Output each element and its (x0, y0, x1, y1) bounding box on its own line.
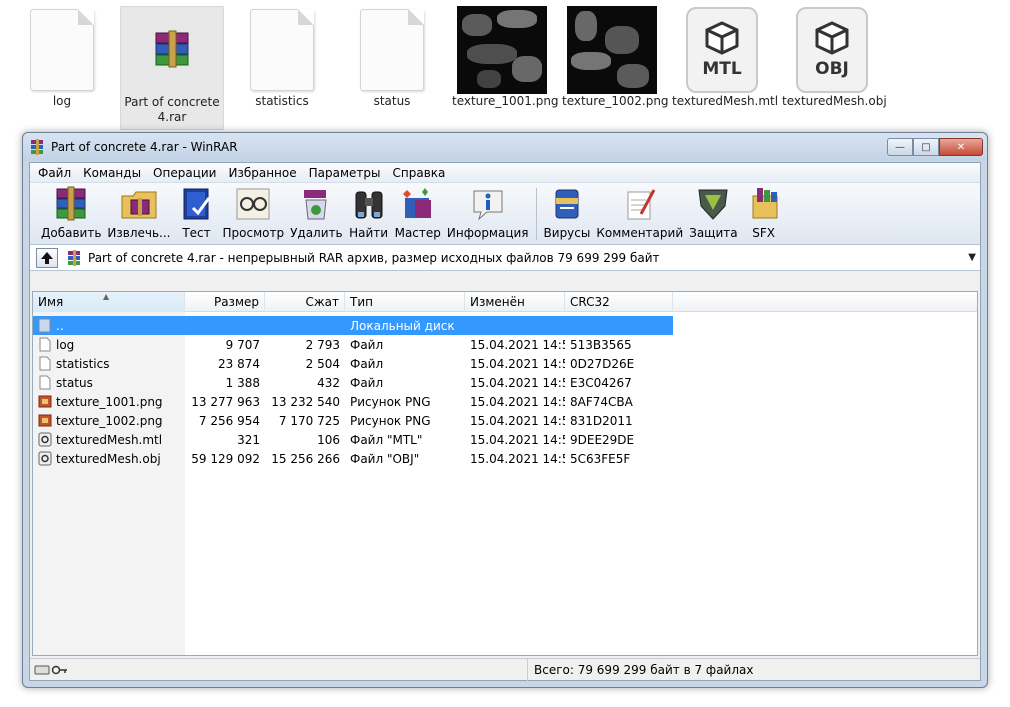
menu-options[interactable]: Параметры (303, 163, 387, 183)
sort-ascending-icon: ▲ (103, 292, 110, 301)
desktop-icon-rar[interactable]: Part of concrete 4.rar (120, 6, 224, 130)
blank-document-icon (360, 9, 424, 91)
parent-folder-icon (38, 318, 51, 333)
find-binoculars-icon (355, 191, 383, 219)
minimize-icon: — (895, 141, 905, 153)
desktop-icon-mtl[interactable]: MTL texturedMesh.mtl (670, 6, 778, 109)
3d-file-icon (38, 451, 52, 466)
texture-thumbnail-icon (457, 6, 547, 94)
file-icon (39, 375, 51, 390)
delete-recycle-icon (304, 190, 327, 220)
desktop-icon-statistics[interactable]: statistics (230, 6, 334, 109)
arrow-up-icon (41, 251, 53, 264)
comment-button[interactable]: Комментарий (593, 185, 686, 241)
blank-document-icon (250, 9, 314, 91)
column-header-crc[interactable]: CRC32 (565, 292, 673, 312)
maximize-icon: □ (921, 141, 931, 153)
drive-key-icon (34, 665, 67, 674)
parent-folder-row[interactable]: .. Локальный диск (33, 316, 673, 335)
menu-bar: Файл Команды Операции Избранное Параметр… (30, 163, 980, 183)
title-bar[interactable]: Part of concrete 4.rar - WinRAR — □ ✕ (23, 133, 987, 161)
desktop-icon-obj[interactable]: OBJ texturedMesh.obj (780, 6, 887, 109)
close-button[interactable]: ✕ (939, 138, 983, 156)
table-row[interactable]: texture_1002.png 7 256 954 7 170 725 Рис… (33, 411, 977, 430)
wizard-icon (402, 188, 431, 218)
column-header-packed[interactable]: Сжат (265, 292, 345, 312)
winrar-window: Part of concrete 4.rar - WinRAR — □ ✕ Фа… (22, 132, 988, 688)
status-total: Всего: 79 699 299 байт в 7 файлах (534, 662, 754, 677)
virus-scan-button[interactable]: Вирусы (541, 185, 594, 241)
table-row[interactable]: texture_1001.png 13 277 963 13 232 540 Р… (33, 392, 977, 411)
3d-file-obj-icon: OBJ (796, 7, 868, 93)
table-row[interactable]: texturedMesh.obj 59 129 092 15 256 266 Ф… (33, 449, 977, 468)
up-folder-button[interactable] (36, 247, 58, 268)
3d-file-icon (38, 432, 52, 447)
png-image-icon (38, 414, 52, 427)
3d-file-mtl-icon: MTL (686, 7, 758, 93)
cube-icon (705, 21, 739, 55)
comment-icon (627, 189, 656, 220)
file-icon (39, 337, 51, 352)
info-button[interactable]: Информация (444, 185, 532, 241)
desktop-icon-texture-1002[interactable]: texture_1002.png (560, 6, 669, 109)
menu-commands[interactable]: Команды (77, 163, 147, 183)
add-archive-icon (56, 186, 86, 221)
desktop-icon-status[interactable]: status (340, 6, 444, 109)
protect-button[interactable]: Защита (686, 185, 741, 241)
wizard-button[interactable]: Мастер (392, 185, 444, 241)
virus-scan-icon (555, 189, 579, 219)
file-icon (39, 356, 51, 371)
menu-file[interactable]: Файл (32, 163, 77, 183)
status-bar: Всего: 79 699 299 байт в 7 файлах (30, 658, 980, 681)
chevron-down-icon[interactable]: ▼ (968, 252, 976, 263)
address-bar: Part of concrete 4.rar - непрерывный RAR… (30, 245, 980, 271)
shield-icon (698, 189, 728, 220)
file-list: ▲ Имя Размер Сжат Тип Изменён CRC32 .. Ло… (32, 291, 978, 656)
test-button[interactable]: Тест (174, 185, 220, 241)
add-button[interactable]: Добавить (38, 185, 104, 241)
cube-icon (815, 21, 849, 55)
menu-help[interactable]: Справка (387, 163, 452, 183)
png-image-icon (38, 395, 52, 408)
desktop-icon-texture-1001[interactable]: texture_1001.png (450, 6, 559, 109)
winrar-archive-icon (155, 30, 189, 68)
table-row[interactable]: log 9 707 2 793 Файл 15.04.2021 14:59 51… (33, 335, 977, 354)
column-header-modified[interactable]: Изменён (465, 292, 565, 312)
toolbar-separator (535, 188, 537, 240)
column-header-type[interactable]: Тип (345, 292, 465, 312)
winrar-app-icon (31, 139, 43, 155)
file-list-header: ▲ Имя Размер Сжат Тип Изменён CRC32 (33, 292, 977, 312)
test-book-icon (183, 188, 210, 220)
desktop: log Part of concrete 4.rar statistics st… (0, 0, 1010, 135)
window-title: Part of concrete 4.rar - WinRAR (51, 140, 238, 154)
window-content: Файл Команды Операции Избранное Параметр… (29, 162, 981, 681)
find-button[interactable]: Найти (346, 185, 392, 241)
delete-button[interactable]: Удалить (287, 185, 346, 241)
minimize-button[interactable]: — (887, 138, 913, 156)
table-row[interactable]: status 1 388 432 Файл 15.04.2021 14:59 E… (33, 373, 977, 392)
table-row[interactable]: statistics 23 874 2 504 Файл 15.04.2021 … (33, 354, 977, 373)
maximize-button[interactable]: □ (913, 138, 939, 156)
info-icon (473, 190, 503, 221)
desktop-icon-log[interactable]: log (10, 6, 114, 109)
blank-document-icon (30, 9, 94, 91)
extract-button[interactable]: Извлечь... (104, 185, 173, 241)
texture-thumbnail-icon (567, 6, 657, 94)
menu-operations[interactable]: Операции (147, 163, 222, 183)
rar-file-icon (68, 249, 80, 266)
archive-path: Part of concrete 4.rar - непрерывный RAR… (88, 250, 660, 265)
menu-favorites[interactable]: Избранное (222, 163, 302, 183)
column-header-size[interactable]: Размер (185, 292, 265, 312)
extract-folder-icon (121, 191, 157, 219)
table-row[interactable]: texturedMesh.mtl 321 106 Файл "MTL" 15.0… (33, 430, 977, 449)
view-button[interactable]: Просмотр (220, 185, 288, 241)
toolbar: Добавить Извлечь... Тест Просмотр Удалит… (30, 183, 980, 245)
view-glasses-icon (236, 188, 270, 220)
close-icon: ✕ (956, 141, 966, 153)
column-header-name[interactable]: ▲ Имя (33, 292, 185, 312)
sfx-icon (752, 188, 778, 219)
sfx-button[interactable]: SFX (741, 185, 787, 241)
